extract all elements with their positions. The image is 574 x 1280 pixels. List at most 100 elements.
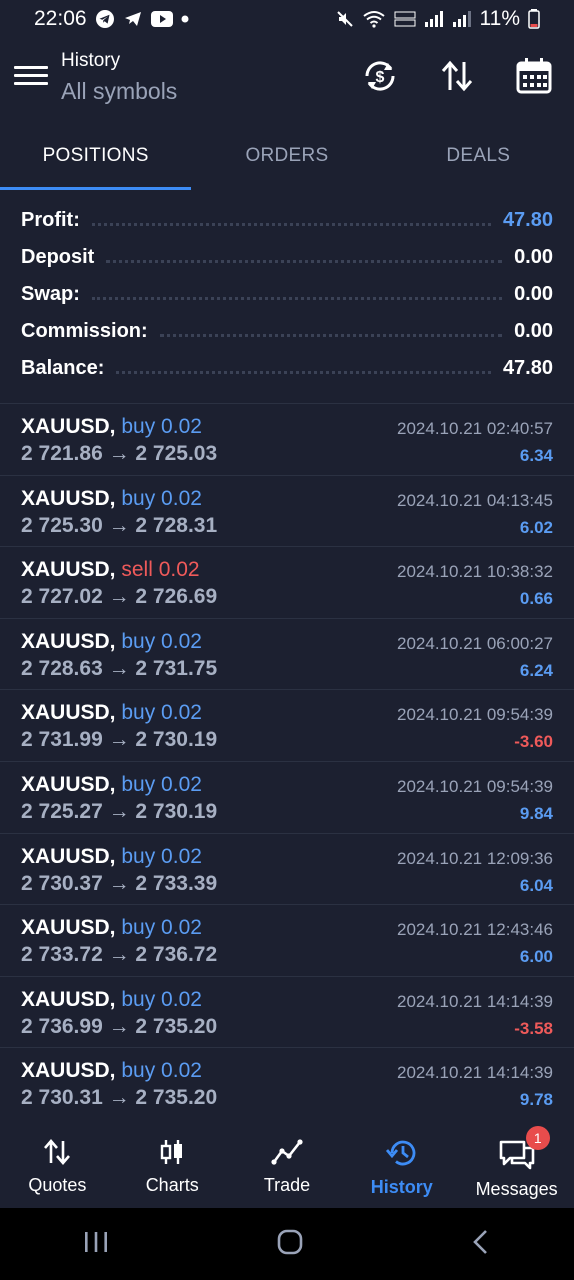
summary-value: 0.00 [514, 320, 553, 342]
trade-symbol: XAUUSD, [21, 844, 116, 868]
trade-symbol: XAUUSD, [21, 629, 116, 653]
nav-label: Quotes [28, 1175, 87, 1195]
trade-row[interactable]: XAUUSD, buy 0.02 2 728.63 → 2 731.75 202… [0, 619, 574, 691]
summary-value: 47.80 [502, 357, 553, 379]
status-time: 22:06 [34, 7, 87, 30]
page-title: History [61, 50, 121, 71]
summary-row-profit: Profit: 47.80 [0, 202, 574, 239]
home-icon[interactable] [276, 1228, 304, 1261]
trade-prices: 2 727.02 → 2 726.69 [21, 585, 218, 609]
summary-label: Swap: [21, 283, 80, 305]
dotted-leader [106, 260, 503, 263]
account-summary: Profit: 47.80 Deposit 0.00 Swap: 0.00 Co… [0, 202, 574, 387]
trade-time: 2024.10.21 14:14:39 [397, 991, 553, 1011]
summary-row-deposit: Deposit 0.00 [0, 239, 574, 276]
trade-prices: 2 736.99 → 2 735.20 [21, 1014, 218, 1038]
sort-icon[interactable] [435, 54, 479, 98]
trade-symbol: XAUUSD, [21, 415, 116, 438]
battery-percent: 11% [479, 7, 520, 30]
trade-symbol: XAUUSD, [21, 558, 116, 582]
trade-side: buy 0.02 [121, 629, 202, 653]
trade-row[interactable]: XAUUSD, buy 0.02 2 721.86 → 2 725.03 202… [0, 404, 574, 476]
status-left: 22:06 [34, 7, 189, 31]
trade-time: 2024.10.21 14:14:39 [397, 1063, 553, 1083]
trade-row[interactable]: XAUUSD, sell 0.02 2 727.02 → 2 726.69 20… [0, 547, 574, 619]
trade-time: 2024.10.21 12:43:46 [397, 920, 553, 940]
calendar-icon[interactable] [512, 54, 556, 98]
trades-list: XAUUSD, buy 0.02 2 721.86 → 2 725.03 202… [0, 403, 574, 1120]
dotted-leader [116, 371, 491, 374]
signal-2-icon [452, 10, 472, 28]
trade-prices: 2 721.86 → 2 725.03 [21, 442, 218, 465]
summary-value: 0.00 [514, 246, 553, 268]
app-header: History All symbols $ [0, 40, 574, 116]
trade-side: buy 0.02 [121, 844, 202, 868]
battery-icon [528, 9, 540, 29]
send-icon [123, 9, 143, 29]
nav-quotes[interactable]: Quotes [0, 1124, 115, 1208]
trade-symbol: XAUUSD, [21, 701, 116, 725]
svg-text:$: $ [376, 69, 385, 86]
summary-row-balance: Balance: 47.80 [0, 350, 574, 387]
nav-label: Messages [475, 1179, 558, 1199]
trade-prices: 2 728.63 → 2 731.75 [21, 656, 218, 680]
summary-label: Profit: [21, 209, 80, 231]
dotted-leader [91, 297, 503, 300]
currency-exchange-icon[interactable]: $ [358, 54, 402, 98]
summary-label: Deposit [21, 246, 95, 268]
trade-time: 2024.10.21 09:54:39 [397, 776, 553, 796]
summary-value: 47.80 [502, 209, 553, 231]
trade-symbol: XAUUSD, [21, 1059, 116, 1083]
nav-label: History [370, 1177, 433, 1197]
trade-profit: 9.78 [519, 1090, 553, 1110]
trade-profit: -3.58 [514, 1018, 553, 1038]
trade-row[interactable]: XAUUSD, buy 0.02 2 725.27 → 2 730.19 202… [0, 762, 574, 834]
signal-icon [424, 10, 444, 28]
youtube-icon [150, 11, 173, 27]
trade-profit: 6.00 [519, 947, 553, 967]
trade-side: buy 0.02 [121, 772, 202, 796]
tab-orders[interactable]: ORDERS [191, 122, 382, 190]
trade-row[interactable]: XAUUSD, buy 0.02 2 733.72 → 2 736.72 202… [0, 905, 574, 977]
dotted-leader [159, 334, 503, 337]
trade-row[interactable]: XAUUSD, buy 0.02 2 736.99 → 2 735.20 202… [0, 977, 574, 1049]
menu-icon[interactable] [14, 62, 48, 92]
trade-time: 2024.10.21 12:09:36 [397, 848, 553, 868]
summary-label: Commission: [21, 320, 148, 342]
trade-side: sell 0.02 [121, 558, 200, 582]
trade-icon [271, 1138, 303, 1171]
trade-row[interactable]: XAUUSD, buy 0.02 2 730.37 → 2 733.39 202… [0, 834, 574, 906]
tab-positions[interactable]: POSITIONS [0, 122, 192, 190]
trade-row[interactable]: XAUUSD, buy 0.02 2 730.31 → 2 735.20 202… [0, 1048, 574, 1120]
trade-profit: -3.60 [514, 732, 553, 752]
trade-side: buy 0.02 [121, 987, 202, 1011]
nav-messages[interactable]: 1 Messages [459, 1124, 574, 1208]
nav-trade[interactable]: Trade [230, 1124, 345, 1208]
nav-label: Charts [145, 1175, 199, 1195]
history-icon [385, 1138, 418, 1173]
summary-label: Balance: [21, 357, 105, 379]
trade-profit: 6.04 [519, 875, 553, 895]
recent-apps-icon[interactable] [83, 1230, 109, 1259]
quotes-icon [42, 1138, 72, 1171]
trade-row[interactable]: XAUUSD, buy 0.02 2 725.30 → 2 728.31 202… [0, 476, 574, 548]
trade-side: buy 0.02 [121, 1059, 202, 1083]
trade-side: buy 0.02 [121, 486, 202, 510]
back-icon[interactable] [471, 1228, 491, 1261]
nav-history[interactable]: History [344, 1124, 459, 1208]
nav-charts[interactable]: Charts [115, 1124, 230, 1208]
trade-prices: 2 725.30 → 2 728.31 [21, 513, 218, 537]
trade-prices: 2 725.27 → 2 730.19 [21, 799, 218, 823]
trade-row[interactable]: XAUUSD, buy 0.02 2 731.99 → 2 730.19 202… [0, 690, 574, 762]
history-tabs: POSITIONS ORDERS DEALS [0, 122, 574, 190]
symbol-filter[interactable]: All symbols [61, 78, 177, 105]
trade-profit: 6.24 [519, 660, 553, 680]
trade-time: 2024.10.21 10:38:32 [397, 562, 553, 582]
nav-label: Trade [263, 1175, 311, 1195]
tab-deals[interactable]: DEALS [383, 122, 574, 190]
trade-profit: 6.02 [519, 517, 553, 537]
mute-icon [336, 10, 354, 28]
trade-time: 2024.10.21 02:40:57 [397, 419, 553, 438]
trade-prices: 2 730.37 → 2 733.39 [21, 871, 218, 895]
trade-side: buy 0.02 [121, 701, 202, 725]
